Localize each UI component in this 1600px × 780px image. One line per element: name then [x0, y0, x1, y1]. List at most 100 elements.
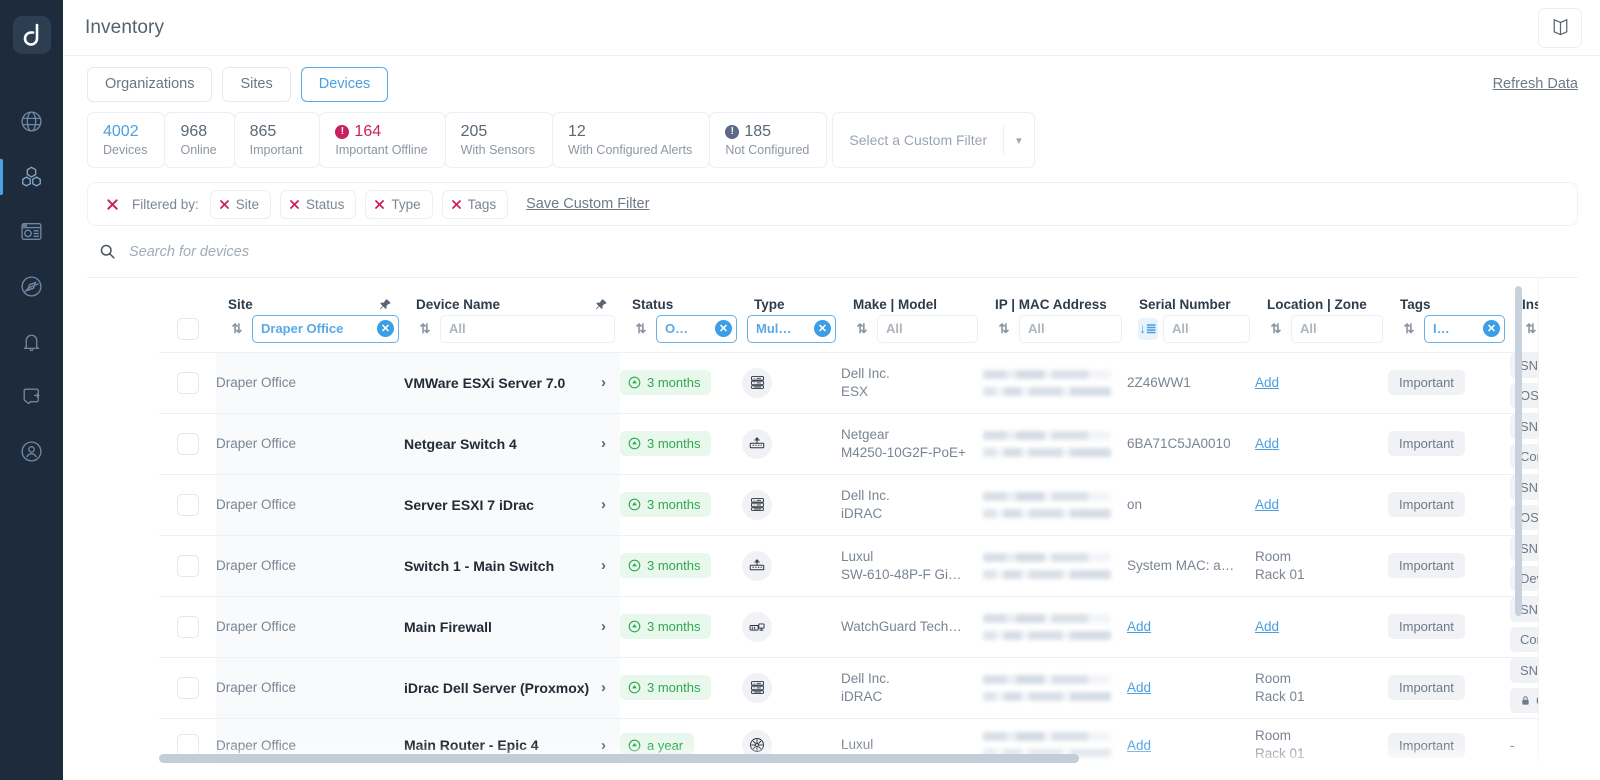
- stat-online[interactable]: 968 Online: [164, 112, 235, 168]
- tag-chip[interactable]: Important: [1388, 370, 1465, 395]
- add-location-link[interactable]: Add: [1255, 619, 1279, 634]
- pin-icon[interactable]: [378, 298, 392, 312]
- tag-chip[interactable]: Important: [1388, 614, 1465, 639]
- row-checkbox[interactable]: [176, 676, 199, 699]
- sort-toggle-ip-mac[interactable]: ⇅: [994, 318, 1014, 340]
- cell-tags: Important: [1388, 352, 1510, 413]
- table-row[interactable]: Draper Office Main Firewall › 3 months Watch…: [159, 596, 1600, 657]
- add-location-link[interactable]: Add: [1255, 497, 1279, 512]
- chevron-right-icon[interactable]: ›: [601, 374, 606, 391]
- filter-chip-tags[interactable]: Tags: [441, 189, 509, 219]
- filter-input-make-model[interactable]: All: [877, 314, 978, 343]
- chevron-right-icon[interactable]: ›: [601, 737, 606, 754]
- clear-filter-icon[interactable]: ✕: [1483, 320, 1500, 338]
- add-serial-link[interactable]: Add: [1127, 738, 1151, 753]
- chevron-down-icon[interactable]: ▾: [1004, 134, 1034, 147]
- table-row[interactable]: Draper Office Switch 1 - Main Switch › 3 mo…: [159, 535, 1600, 596]
- app-logo[interactable]: [12, 16, 51, 54]
- stat-with-sensors[interactable]: 205 With Sensors: [444, 112, 553, 168]
- sort-toggle-location-zone[interactable]: ⇅: [1266, 318, 1286, 340]
- sidebar-item-tickets[interactable]: [0, 369, 63, 424]
- horizontal-scrollbar-track[interactable]: [63, 754, 1600, 768]
- cell-device-name[interactable]: Switch 1 - Main Switch ›: [404, 535, 620, 596]
- clear-filter-icon[interactable]: ✕: [715, 320, 732, 338]
- row-checkbox[interactable]: [176, 615, 199, 638]
- save-custom-filter-link[interactable]: Save Custom Filter: [526, 196, 649, 212]
- tab-devices[interactable]: Devices: [300, 66, 389, 102]
- refresh-data-link[interactable]: Refresh Data: [1493, 76, 1578, 92]
- sidebar-item-inventory[interactable]: [0, 149, 63, 204]
- select-all-checkbox[interactable]: [176, 317, 199, 340]
- row-checkbox[interactable]: [176, 734, 199, 757]
- tag-chip[interactable]: Important: [1388, 431, 1465, 456]
- cell-device-name[interactable]: Netgear Switch 4 ›: [404, 413, 620, 474]
- filter-chip-site[interactable]: Site: [209, 189, 272, 219]
- add-serial-link[interactable]: Add: [1127, 619, 1151, 634]
- filter-chip-label: Tags: [467, 196, 497, 212]
- tag-chip[interactable]: Important: [1388, 675, 1465, 700]
- cell-device-name[interactable]: VMWare ESXi Server 7.0 ›: [404, 352, 620, 413]
- search-input[interactable]: [129, 243, 629, 260]
- sidebar-item-discovery[interactable]: [0, 259, 63, 314]
- chevron-right-icon[interactable]: ›: [601, 618, 606, 635]
- row-checkbox[interactable]: [176, 554, 199, 577]
- tab-sites[interactable]: Sites: [222, 66, 291, 102]
- chevron-right-icon[interactable]: ›: [601, 557, 606, 574]
- sort-toggle-device-name[interactable]: ⇅: [415, 318, 435, 340]
- sidebar-item-dashboards[interactable]: [0, 204, 63, 259]
- filter-input-site[interactable]: Draper Office ✕: [252, 314, 399, 343]
- filter-input-ip-mac[interactable]: All: [1019, 314, 1122, 343]
- stat-important[interactable]: 865 Important: [233, 112, 321, 168]
- filter-input-device-name[interactable]: All: [440, 314, 615, 343]
- stat-devices[interactable]: 4002 Devices: [87, 112, 166, 168]
- clear-all-filters-button[interactable]: [102, 194, 123, 215]
- row-checkbox[interactable]: [176, 371, 199, 394]
- sidebar-item-alerts[interactable]: [0, 314, 63, 369]
- filter-input-type[interactable]: Mul… ✕: [747, 314, 836, 343]
- stat-not-configured[interactable]: ! 185 Not Configured: [709, 112, 828, 168]
- sort-toggle-tags[interactable]: ⇅: [1399, 318, 1419, 340]
- sort-toggle-make-model[interactable]: ⇅: [852, 318, 872, 340]
- tag-chip[interactable]: Important: [1388, 492, 1465, 517]
- filter-input-status[interactable]: O… ✕: [656, 314, 737, 343]
- row-checkbox[interactable]: [176, 493, 199, 516]
- sidebar-item-account[interactable]: [0, 424, 63, 479]
- table-row[interactable]: Draper Office VMWare ESXi Server 7.0 › 3 mo…: [159, 352, 1600, 413]
- add-serial-link[interactable]: Add: [1127, 680, 1151, 695]
- vertical-scrollbar[interactable]: [1515, 286, 1522, 616]
- filter-chip-type[interactable]: Type: [365, 189, 433, 219]
- clear-filter-icon[interactable]: ✕: [377, 320, 394, 338]
- pin-icon[interactable]: [594, 298, 608, 312]
- chevron-right-icon[interactable]: ›: [601, 496, 606, 513]
- add-location-link[interactable]: Add: [1255, 436, 1279, 451]
- horizontal-scrollbar-thumb[interactable]: [159, 754, 1079, 763]
- cell-site: Draper Office: [216, 596, 404, 657]
- stat-value: 865: [249, 123, 277, 140]
- stat-important-offline[interactable]: ! 164 Important Offline: [319, 112, 446, 168]
- table-row[interactable]: Draper Office iDrac Dell Server (Proxmox)…: [159, 657, 1600, 718]
- filter-input-serial[interactable]: All: [1163, 314, 1250, 343]
- clear-filter-icon[interactable]: ✕: [814, 320, 831, 338]
- sort-toggle-serial[interactable]: ↓≣: [1138, 317, 1158, 340]
- sort-toggle-site[interactable]: ⇅: [227, 318, 247, 340]
- cell-device-name[interactable]: Server ESXI 7 iDrac ›: [404, 474, 620, 535]
- filter-input-location-zone[interactable]: All: [1291, 314, 1383, 343]
- knowledge-base-button[interactable]: [1538, 7, 1582, 48]
- add-location-link[interactable]: Add: [1255, 375, 1279, 390]
- stat-with-configured-alerts[interactable]: 12 With Configured Alerts: [551, 112, 711, 168]
- sidebar-item-organizations[interactable]: [0, 94, 63, 149]
- cell-device-name[interactable]: iDrac Dell Server (Proxmox) ›: [404, 657, 620, 718]
- tag-chip[interactable]: Important: [1388, 553, 1465, 578]
- cell-tags: Important: [1388, 535, 1510, 596]
- chevron-right-icon[interactable]: ›: [601, 435, 606, 452]
- table-row[interactable]: Draper Office Netgear Switch 4 › 3 months Ne…: [159, 413, 1600, 474]
- table-row[interactable]: Draper Office Server ESXI 7 iDrac › 3 month…: [159, 474, 1600, 535]
- filter-chip-status[interactable]: Status: [280, 189, 357, 219]
- chevron-right-icon[interactable]: ›: [601, 679, 606, 696]
- row-checkbox[interactable]: [176, 432, 199, 455]
- custom-filter-select[interactable]: Select a Custom Filter ▾: [832, 112, 1035, 168]
- tab-organizations[interactable]: Organizations: [87, 66, 213, 102]
- sort-toggle-status[interactable]: ⇅: [631, 318, 651, 340]
- cell-device-name[interactable]: Main Firewall ›: [404, 596, 620, 657]
- filter-input-tags[interactable]: I… ✕: [1424, 314, 1505, 343]
